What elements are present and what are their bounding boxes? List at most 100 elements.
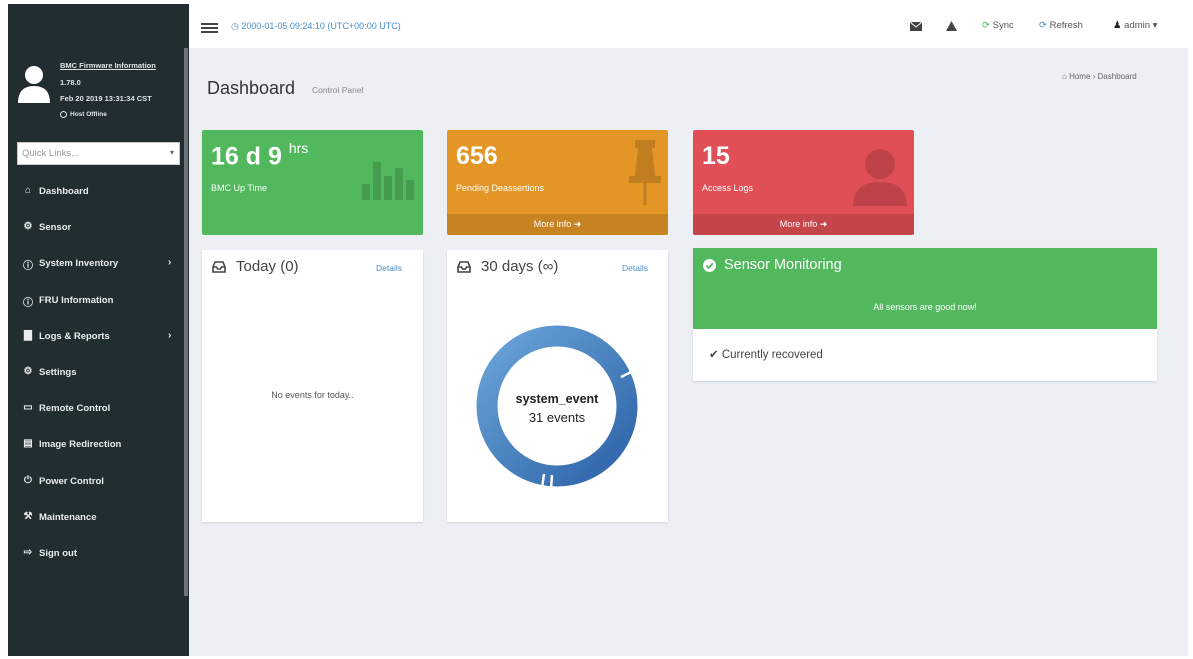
page-subtitle: Control Panel — [312, 85, 364, 95]
access-logs-box: 15 Access Logs More info ➜ — [693, 130, 914, 235]
quick-links-select[interactable]: Quick Links... ▾ — [17, 142, 180, 165]
user-icon: ♟ — [1113, 20, 1125, 31]
currently-recovered: ✔ Currently recovered — [709, 347, 823, 361]
donut-label: system_event — [516, 392, 600, 406]
sidebar-item-sign-out[interactable]: ⇨ Sign out — [8, 536, 184, 572]
today-title: Today (0) — [236, 258, 299, 275]
chevron-right-icon: › — [168, 329, 172, 341]
warning-icon[interactable] — [946, 21, 957, 31]
sidebar-item-label: Remote Control — [39, 403, 111, 415]
sidebar-scrollbar[interactable] — [184, 48, 188, 596]
bar-chart-icon — [362, 162, 414, 200]
events-donut-chart: system_event 31 events — [476, 325, 638, 490]
sync-label: Sync — [992, 20, 1014, 31]
info-icon: ⓘ — [23, 261, 33, 273]
app-frame: BMC Firmware Information 1.78.0 Feb 20 2… — [8, 4, 1188, 656]
sensor-icon: ⚙ — [23, 221, 33, 233]
sensor-monitoring-card: Sensor Monitoring All sensors are good n… — [693, 248, 1157, 381]
page-title: Dashboard — [207, 78, 296, 98]
sidebar-item-label: System Inventory — [39, 258, 119, 270]
currently-recovered-label: Currently recovered — [721, 349, 823, 361]
inbox-icon — [212, 261, 226, 273]
sidebar-menu: ⌂ Dashboard ⚙ Sensor ⓘ System Inventory › ⓘ FRU … — [8, 174, 184, 572]
bar-chart-icon: ▇ — [24, 329, 32, 341]
firmware-date: Feb 20 2019 13:31:34 CST — [60, 94, 152, 103]
more-info-label: More info — [779, 219, 818, 229]
sensor-monitoring-header: Sensor Monitoring All sensors are good n… — [693, 248, 1157, 329]
sidebar-item-settings[interactable]: ⚙ Settings — [8, 355, 184, 391]
sidebar-item-label: Logs & Reports — [39, 330, 110, 342]
sidebar-item-system-inventory[interactable]: ⓘ System Inventory › — [8, 246, 184, 282]
donut-count: 31 events — [529, 410, 586, 425]
header-datetime: 2000-01-05 09:24:10 (UTC+00:00 UTC) — [241, 21, 401, 31]
access-logs-more-info-link[interactable]: More info ➜ — [693, 214, 914, 235]
sidebar-item-image-redirection[interactable]: ▤ Image Redirection — [8, 427, 184, 463]
envelope-icon[interactable] — [910, 22, 922, 31]
more-info-label: More info — [533, 219, 572, 229]
sidebar-item-maintenance[interactable]: ⚒ Maintenance — [8, 500, 184, 536]
deassertions-label: Pending Deassertions — [456, 183, 545, 193]
sidebar-item-logs-reports[interactable]: ▇ Logs & Reports › — [8, 319, 184, 355]
host-status-label: Host Offline — [70, 111, 107, 119]
uptime-value: 16 d 9 hrs — [211, 140, 309, 171]
sidebar-item-label: Settings — [39, 366, 77, 378]
chevron-down-icon: ▾ — [169, 148, 174, 157]
sync-icon: ⟳ — [982, 20, 993, 31]
sidebar-item-sensor[interactable]: ⚙ Sensor — [8, 210, 184, 246]
firmware-info-link[interactable]: BMC Firmware Information — [60, 61, 156, 70]
sidebar-item-dashboard[interactable]: ⌂ Dashboard — [8, 174, 184, 210]
arrow-circle-right-icon: ➜ — [819, 219, 828, 229]
chevron-right-icon: › — [168, 257, 172, 269]
sync-button[interactable]: ⟳ Sync — [982, 20, 1014, 31]
menu-toggle-icon[interactable] — [201, 23, 218, 33]
uptime-label: BMC Up Time — [211, 183, 268, 193]
gear-icon: ⚙ — [23, 365, 33, 377]
check-circle-icon — [703, 259, 716, 272]
access-logs-value: 15 — [702, 142, 730, 170]
breadcrumb-current: Dashboard — [1097, 72, 1137, 81]
deassertions-box: 656 Pending Deassertions More info ➜ — [447, 130, 668, 235]
deassertions-value: 656 — [456, 142, 498, 170]
refresh-label: Refresh — [1049, 20, 1083, 31]
sensor-monitoring-title: Sensor Monitoring — [724, 257, 842, 273]
firmware-version: 1.78.0 — [60, 78, 81, 87]
breadcrumb-separator: › — [1090, 72, 1098, 81]
arrow-circle-right-icon: ➜ — [573, 219, 582, 229]
deassertions-more-info-link[interactable]: More info ➜ — [447, 214, 668, 235]
host-status: Host Offline — [60, 111, 107, 118]
sidebar-item-label: Dashboard — [39, 186, 89, 197]
info-icon: ⓘ — [23, 297, 33, 309]
today-details-link[interactable]: Details — [376, 263, 402, 273]
donut-ring[interactable] — [476, 325, 638, 487]
caret-down-icon: ▾ — [1150, 20, 1158, 31]
refresh-button[interactable]: ⟳ Refresh — [1039, 20, 1083, 31]
sidebar-item-remote-control[interactable]: ▭ Remote Control — [8, 391, 184, 427]
user-silhouette-icon — [853, 149, 907, 206]
header-clock: ◷ 2000-01-05 09:24:10 (UTC+00:00 UTC) — [231, 21, 401, 32]
check-circle-icon: ✔ — [709, 349, 722, 361]
sidebar-item-power-control[interactable]: ⏻ Power Control — [8, 464, 184, 500]
refresh-icon: ⟳ — [1039, 20, 1050, 31]
user-label: admin — [1124, 20, 1151, 31]
sidebar: BMC Firmware Information 1.78.0 Feb 20 2… — [8, 4, 189, 656]
uptime-number: 16 d 9 — [211, 142, 282, 171]
sidebar-item-fru-information[interactable]: ⓘ FRU Information — [8, 283, 184, 319]
disk-icon: ▤ — [23, 438, 33, 450]
wrench-icon: ⚒ — [23, 510, 33, 522]
thirty-days-details-link[interactable]: Details — [622, 263, 648, 273]
inbox-icon — [457, 261, 471, 273]
access-logs-label: Access Logs — [702, 183, 754, 193]
user-menu-button[interactable]: ♟ admin ▾ — [1113, 20, 1157, 31]
sidebar-item-label: Maintenance — [39, 511, 97, 523]
breadcrumb-home[interactable]: Home — [1069, 72, 1090, 81]
thirty-days-card: 30 days (∞) Details system_event 31 even… — [447, 250, 668, 522]
quick-links-placeholder: Quick Links... — [22, 148, 80, 159]
firmware-panel: BMC Firmware Information 1.78.0 Feb 20 2… — [8, 50, 184, 128]
home-icon: ⌂ — [24, 185, 32, 196]
uptime-unit: hrs — [288, 140, 309, 156]
sensor-monitoring-message: All sensors are good now! — [873, 302, 977, 312]
today-empty-message: No events for today.. — [271, 390, 354, 400]
thirty-days-title: 30 days (∞) — [481, 258, 559, 275]
clock-icon: ◷ — [231, 21, 242, 31]
user-avatar-icon — [18, 66, 50, 103]
